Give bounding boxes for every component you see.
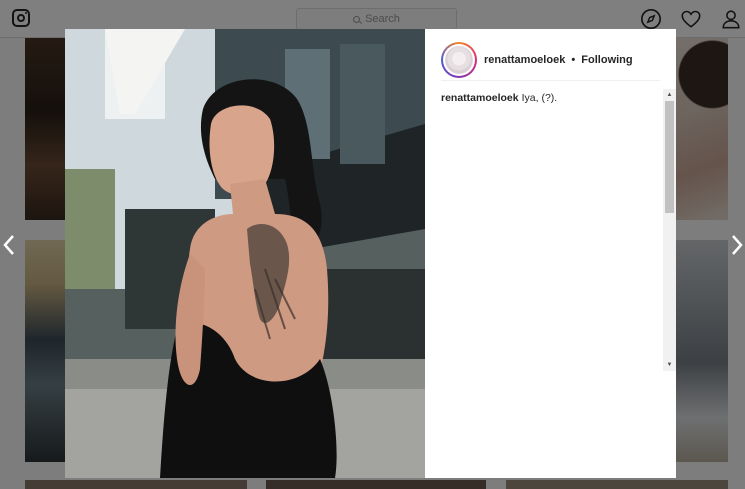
post-photo[interactable] xyxy=(65,29,425,478)
header-text: renattamoeloek • Following xyxy=(484,54,633,66)
post-details-panel: renattamoeloek • Following renattamoeloe… xyxy=(425,29,676,478)
separator-dot: • xyxy=(571,53,576,66)
chevron-right-icon[interactable] xyxy=(730,233,744,257)
avatar[interactable] xyxy=(441,41,477,78)
following-button[interactable]: Following xyxy=(581,54,632,66)
caption-comment: renattamoeloek Iya, (?). xyxy=(441,91,662,105)
post-header: renattamoeloek • Following xyxy=(441,39,660,81)
post-modal: renattamoeloek • Following renattamoeloe… xyxy=(65,29,676,478)
scroll-down-arrow-icon[interactable]: ▼ xyxy=(663,359,676,371)
caption-text: Iya, (?). xyxy=(521,92,558,104)
scroll-thumb[interactable] xyxy=(665,101,674,213)
scroll-up-arrow-icon[interactable]: ▲ xyxy=(663,89,676,101)
username-link[interactable]: renattamoeloek xyxy=(484,54,565,66)
chevron-left-icon[interactable] xyxy=(2,233,16,257)
post-photo-image xyxy=(65,29,425,478)
comments-list: renattamoeloek Iya, (?). xyxy=(441,91,662,401)
avatar-image xyxy=(445,45,473,74)
caption-username-link[interactable]: renattamoeloek xyxy=(441,92,519,104)
comments-scrollbar[interactable]: ▲ ▼ xyxy=(663,89,676,371)
